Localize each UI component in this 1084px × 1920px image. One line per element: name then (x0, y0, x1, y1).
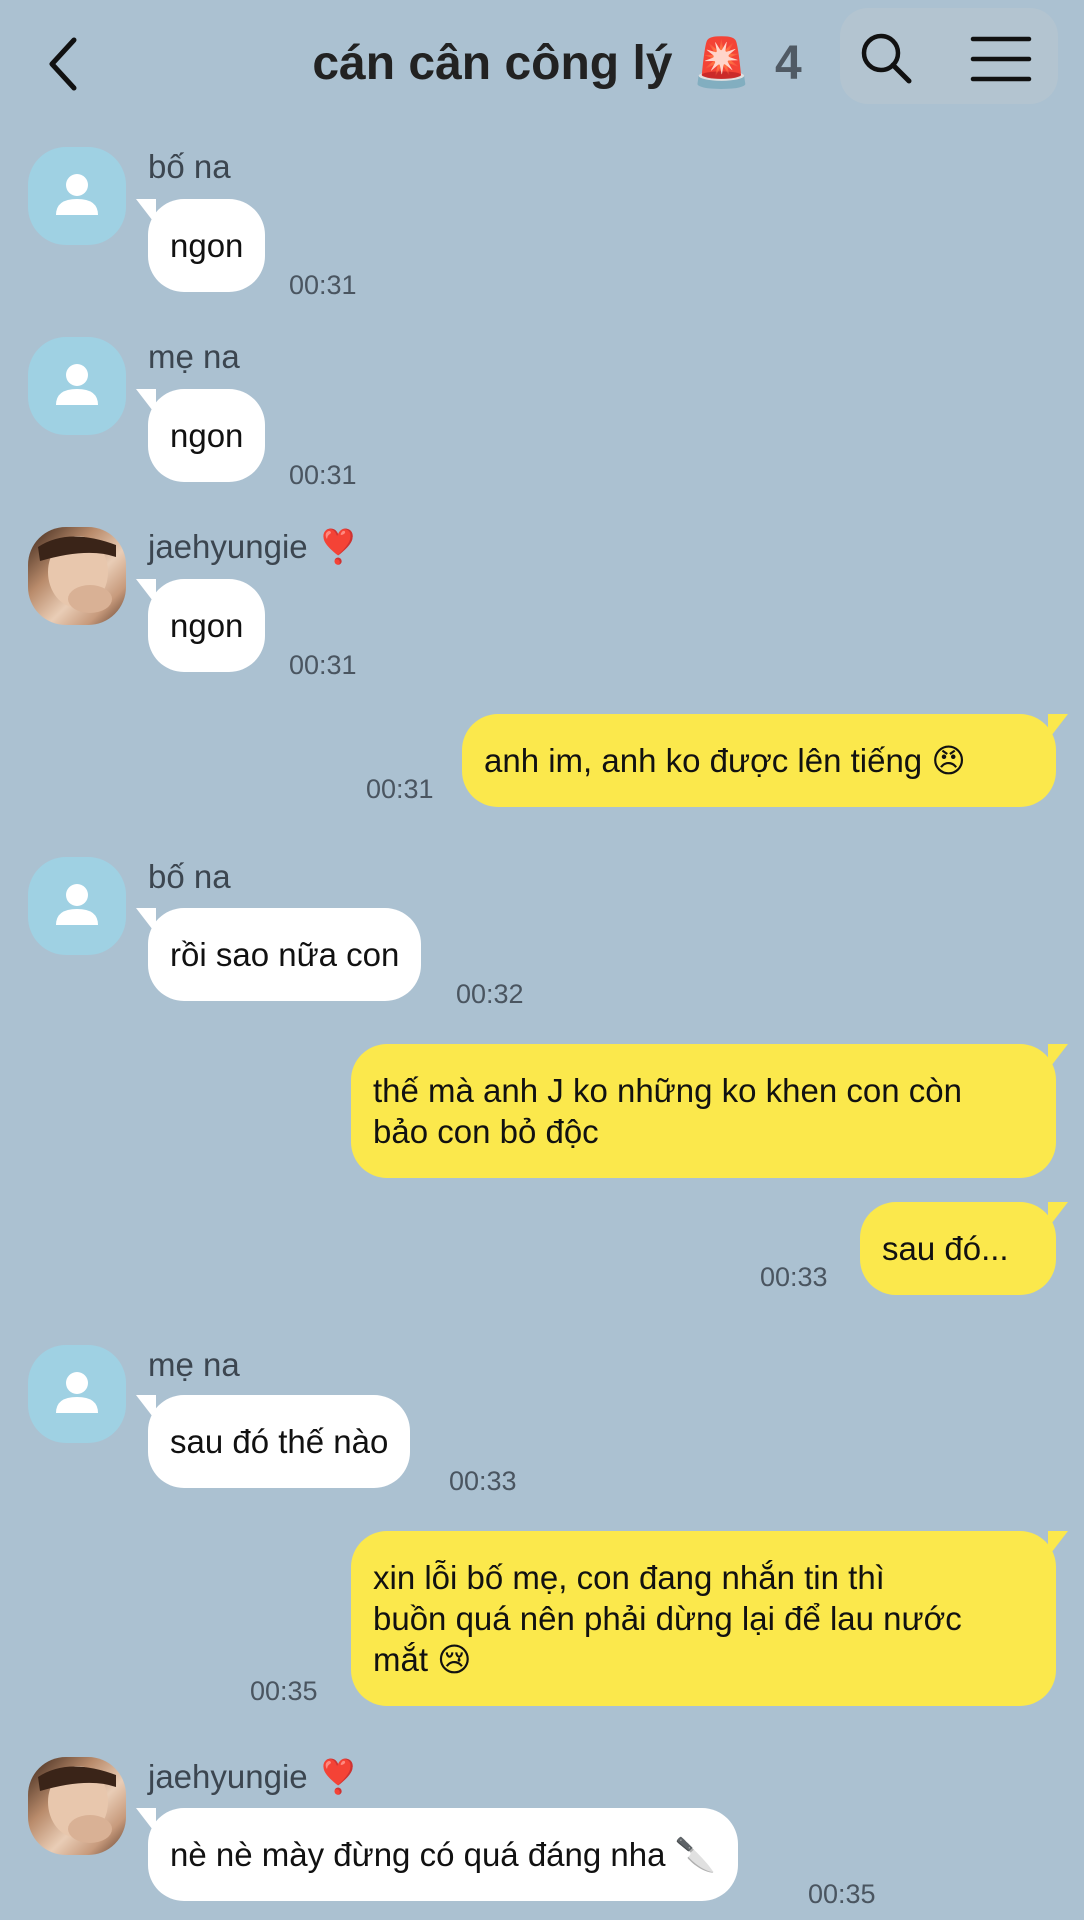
message-line: mắt 😢 (373, 1641, 472, 1678)
sender-name: mẹ na (148, 338, 240, 375)
hamburger-menu-icon (970, 36, 1032, 82)
default-avatar-icon (56, 364, 98, 405)
incoming-message[interactable]: ngon (135, 579, 266, 672)
message-line: xin lỗi bố mẹ, con đang nhắn tin thì (373, 1559, 885, 1596)
avatar[interactable] (28, 1757, 126, 1855)
message-time: 00:35 (250, 1676, 318, 1706)
default-avatar-icon (56, 1372, 98, 1413)
sender-name: jaehyungie ❣️ (148, 1758, 359, 1797)
default-avatar-icon (56, 884, 98, 925)
avatar[interactable] (28, 527, 126, 625)
member-count: 4 (774, 37, 802, 90)
incoming-message[interactable]: nè nè mày đừng có quá đáng nha 🔪 (136, 1808, 738, 1901)
outgoing-message[interactable]: xin lỗi bố mẹ, con đang nhắn tin thì buồ… (351, 1531, 1068, 1706)
siren-emoji: 🚨 (691, 37, 752, 90)
outgoing-message[interactable]: thế mà anh J ko những ko khen con còn bả… (351, 1044, 1068, 1178)
heart-badge: ❣️ (317, 1758, 359, 1795)
header-actions (840, 8, 1058, 104)
message-time: 00:33 (760, 1262, 828, 1292)
chat-header: cán cân công lý 🚨 4 (0, 0, 1084, 130)
sender-name-text: jaehyungie (148, 1758, 308, 1795)
incoming-message[interactable]: ngon (135, 389, 266, 482)
sender-name: jaehyungie ❣️ (148, 528, 359, 567)
menu-button[interactable] (970, 34, 1032, 84)
message-time: 00:33 (449, 1466, 517, 1496)
heart-badge: ❣️ (317, 528, 359, 565)
sender-name: bố na (148, 858, 231, 895)
sender-name: bố na (148, 148, 231, 185)
avatar[interactable] (28, 147, 126, 245)
message-time: 00:31 (289, 650, 357, 680)
outgoing-message[interactable]: sau đó... (860, 1202, 1068, 1295)
incoming-message[interactable]: sau đó thế nào (135, 1395, 411, 1488)
message-line: buồn quá nên phải dừng lại để lau nước (373, 1600, 962, 1637)
sender-name: mẹ na (148, 1346, 240, 1383)
photo-avatar-icon (38, 1766, 116, 1843)
message-time: 00:31 (289, 270, 357, 300)
search-button[interactable] (858, 30, 914, 86)
chat-title-text: cán cân công lý (312, 37, 673, 90)
avatar[interactable] (28, 1345, 126, 1443)
message-line: bảo con bỏ độc (373, 1113, 599, 1150)
message-time: 00:32 (456, 979, 524, 1009)
message-line: thế mà anh J ko những ko khen con còn (373, 1072, 962, 1109)
outgoing-message[interactable]: anh im, anh ko được lên tiếng 😠 (462, 714, 1068, 807)
incoming-message[interactable]: rồi sao nữa con (135, 908, 422, 1001)
photo-avatar-icon (38, 536, 116, 613)
message-time: 00:31 (289, 460, 357, 490)
avatar[interactable] (28, 337, 126, 435)
message-time: 00:35 (808, 1879, 876, 1909)
message-time: 00:31 (366, 774, 434, 804)
default-avatar-icon (56, 174, 98, 215)
search-icon (861, 33, 912, 84)
avatar[interactable] (28, 857, 126, 955)
sender-name-text: jaehyungie (148, 528, 308, 565)
incoming-message[interactable]: ngon (135, 199, 266, 292)
